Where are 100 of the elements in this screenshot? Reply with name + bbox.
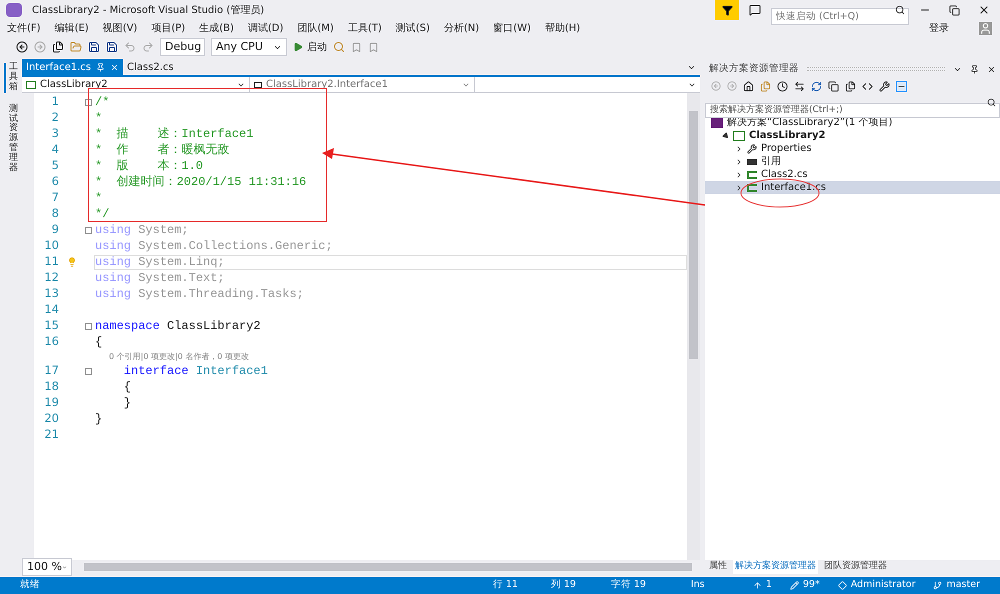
- line-number: 16: [43, 333, 59, 350]
- line-number: 3: [50, 125, 59, 142]
- sync-icon[interactable]: [794, 80, 805, 92]
- line-number: 20: [43, 410, 59, 428]
- wrench-icon: [747, 144, 757, 154]
- window-title: ClassLibrary2 - Microsoft Visual Studio (管理员): [32, 4, 264, 18]
- history-icon[interactable]: [777, 80, 788, 92]
- line-number: 18: [43, 378, 59, 396]
- line-number: 9: [50, 221, 59, 238]
- filter-icon[interactable]: [715, 0, 739, 20]
- zoom-dropdown[interactable]: 100 %: [22, 558, 72, 576]
- avatar-icon[interactable]: [979, 22, 992, 35]
- vertical-scrollbar[interactable]: [687, 93, 700, 560]
- code-line: using System.Text;: [95, 270, 225, 287]
- changes-count[interactable]: 99*: [802, 578, 820, 593]
- configuration-dropdown[interactable]: Debug: [160, 38, 205, 56]
- tree-item[interactable]: ClassLibrary2: [705, 129, 1000, 142]
- document-tab[interactable]: Class2.cs: [123, 59, 178, 75]
- branch-name[interactable]: master: [946, 578, 980, 593]
- line-number: 21: [43, 426, 59, 444]
- user-name[interactable]: Administrator: [850, 578, 916, 593]
- push-count[interactable]: 1: [766, 578, 772, 593]
- menu-item[interactable]: 工具(T): [340, 21, 389, 36]
- start-button[interactable]: 启动: [293, 40, 327, 54]
- menu-item[interactable]: 窗口(W): [486, 21, 538, 36]
- save-icon[interactable]: [88, 41, 100, 53]
- tree-item[interactable]: 引用: [705, 155, 1000, 168]
- repository-icon[interactable]: [838, 581, 847, 590]
- menu-item[interactable]: 文件(F): [0, 21, 48, 36]
- menu-item[interactable]: 调试(D): [240, 21, 290, 36]
- save-all-icon[interactable]: [106, 41, 118, 53]
- restore-icon[interactable]: [949, 4, 960, 16]
- tab-list-icon[interactable]: [687, 63, 696, 72]
- new-project-icon[interactable]: [52, 41, 64, 53]
- refresh-icon[interactable]: [811, 80, 822, 92]
- branch-icon[interactable]: [933, 581, 942, 590]
- open-folder-icon[interactable]: [70, 41, 82, 53]
- collapse-icon[interactable]: [828, 80, 839, 92]
- insert-mode: Ins: [690, 578, 706, 592]
- search-field[interactable]: 搜索解决方案资源管理器(Ctrl+;): [705, 102, 1000, 118]
- back-icon[interactable]: [16, 41, 28, 53]
- line-number: 5: [50, 157, 59, 174]
- panel-tab[interactable]: 属性: [709, 560, 727, 574]
- platform-dropdown[interactable]: Any CPU: [211, 38, 287, 56]
- wrench-icon[interactable]: [879, 80, 890, 92]
- line-number: 6: [50, 173, 59, 190]
- project-dropdown[interactable]: ClassLibrary2: [22, 77, 250, 92]
- find-icon[interactable]: [333, 41, 345, 53]
- line-number: 19: [43, 394, 59, 412]
- pin-icon[interactable]: [970, 64, 979, 74]
- pencil-icon[interactable]: [790, 581, 799, 590]
- code-line: * 描 述：Interface1: [95, 126, 254, 143]
- line-number: 2: [50, 109, 59, 126]
- menu-item[interactable]: 分析(N): [436, 21, 486, 36]
- menu-item[interactable]: 测试(S): [388, 21, 437, 36]
- menu-item[interactable]: 团队(M): [290, 21, 341, 36]
- menu-item[interactable]: 视图(V): [96, 21, 144, 36]
- tree-item[interactable]: Class2.cs: [705, 168, 1000, 181]
- code-line: *: [95, 190, 102, 207]
- fold-toggle[interactable]: [85, 368, 92, 374]
- code-line: /*: [95, 94, 110, 111]
- preview-icon[interactable]: [896, 80, 907, 92]
- close-icon[interactable]: [987, 64, 996, 74]
- code-lens[interactable]: 0 个引用|0 项更改|0 名作者，0 项更改: [109, 350, 249, 362]
- menu-item[interactable]: 编辑(E): [48, 21, 96, 36]
- side-tab[interactable]: 测试资源管理器: [4, 104, 18, 174]
- line-number: 1: [50, 93, 59, 110]
- horizontal-scrollbar[interactable]: [84, 563, 692, 571]
- type-dropdown[interactable]: ClassLibrary2.Interface1: [250, 77, 475, 92]
- solution-icon: [711, 118, 723, 128]
- menu-item[interactable]: 帮助(H): [538, 21, 588, 36]
- line-indicator: 行 11: [492, 578, 519, 592]
- code-line: using System.Collections.Generic;: [95, 238, 333, 255]
- char-indicator: 字符 19: [610, 578, 647, 592]
- switch-views-icon[interactable]: [760, 80, 771, 92]
- panel-tab[interactable]: 解决方案资源管理器: [733, 560, 818, 574]
- fold-toggle[interactable]: [85, 98, 92, 106]
- sign-in-link[interactable]: 登录: [929, 21, 949, 36]
- code-line: * 版 本：1.0: [95, 158, 204, 175]
- code-line: interface Interface1: [122, 363, 268, 380]
- code-icon[interactable]: [862, 80, 873, 92]
- code-line: using System.Linq;: [95, 254, 225, 271]
- fold-toggle[interactable]: [85, 322, 92, 330]
- status-text: 就绪: [20, 578, 40, 592]
- scrollbar-thumb[interactable]: [689, 111, 698, 359]
- home-icon[interactable]: [743, 80, 754, 92]
- menu-item[interactable]: 项目(P): [144, 21, 192, 36]
- code-line: }: [122, 395, 132, 412]
- side-tab[interactable]: 工具箱: [4, 63, 18, 93]
- menu-item[interactable]: 生成(B): [192, 21, 241, 36]
- push-icon[interactable]: [752, 581, 762, 590]
- visual-studio-logo: [6, 3, 22, 17]
- panel-tab[interactable]: 团队资源管理器: [824, 560, 887, 574]
- show-all-files-icon[interactable]: [845, 80, 856, 92]
- tree-item[interactable]: Properties: [705, 142, 1000, 155]
- expanded-arrow-icon[interactable]: [722, 131, 730, 140]
- feedback-icon[interactable]: [749, 4, 761, 16]
- quick-launch-field[interactable]: 快速启动 (Ctrl+Q): [771, 8, 909, 24]
- fold-toggle[interactable]: [85, 226, 92, 234]
- close-icon[interactable]: [978, 4, 990, 16]
